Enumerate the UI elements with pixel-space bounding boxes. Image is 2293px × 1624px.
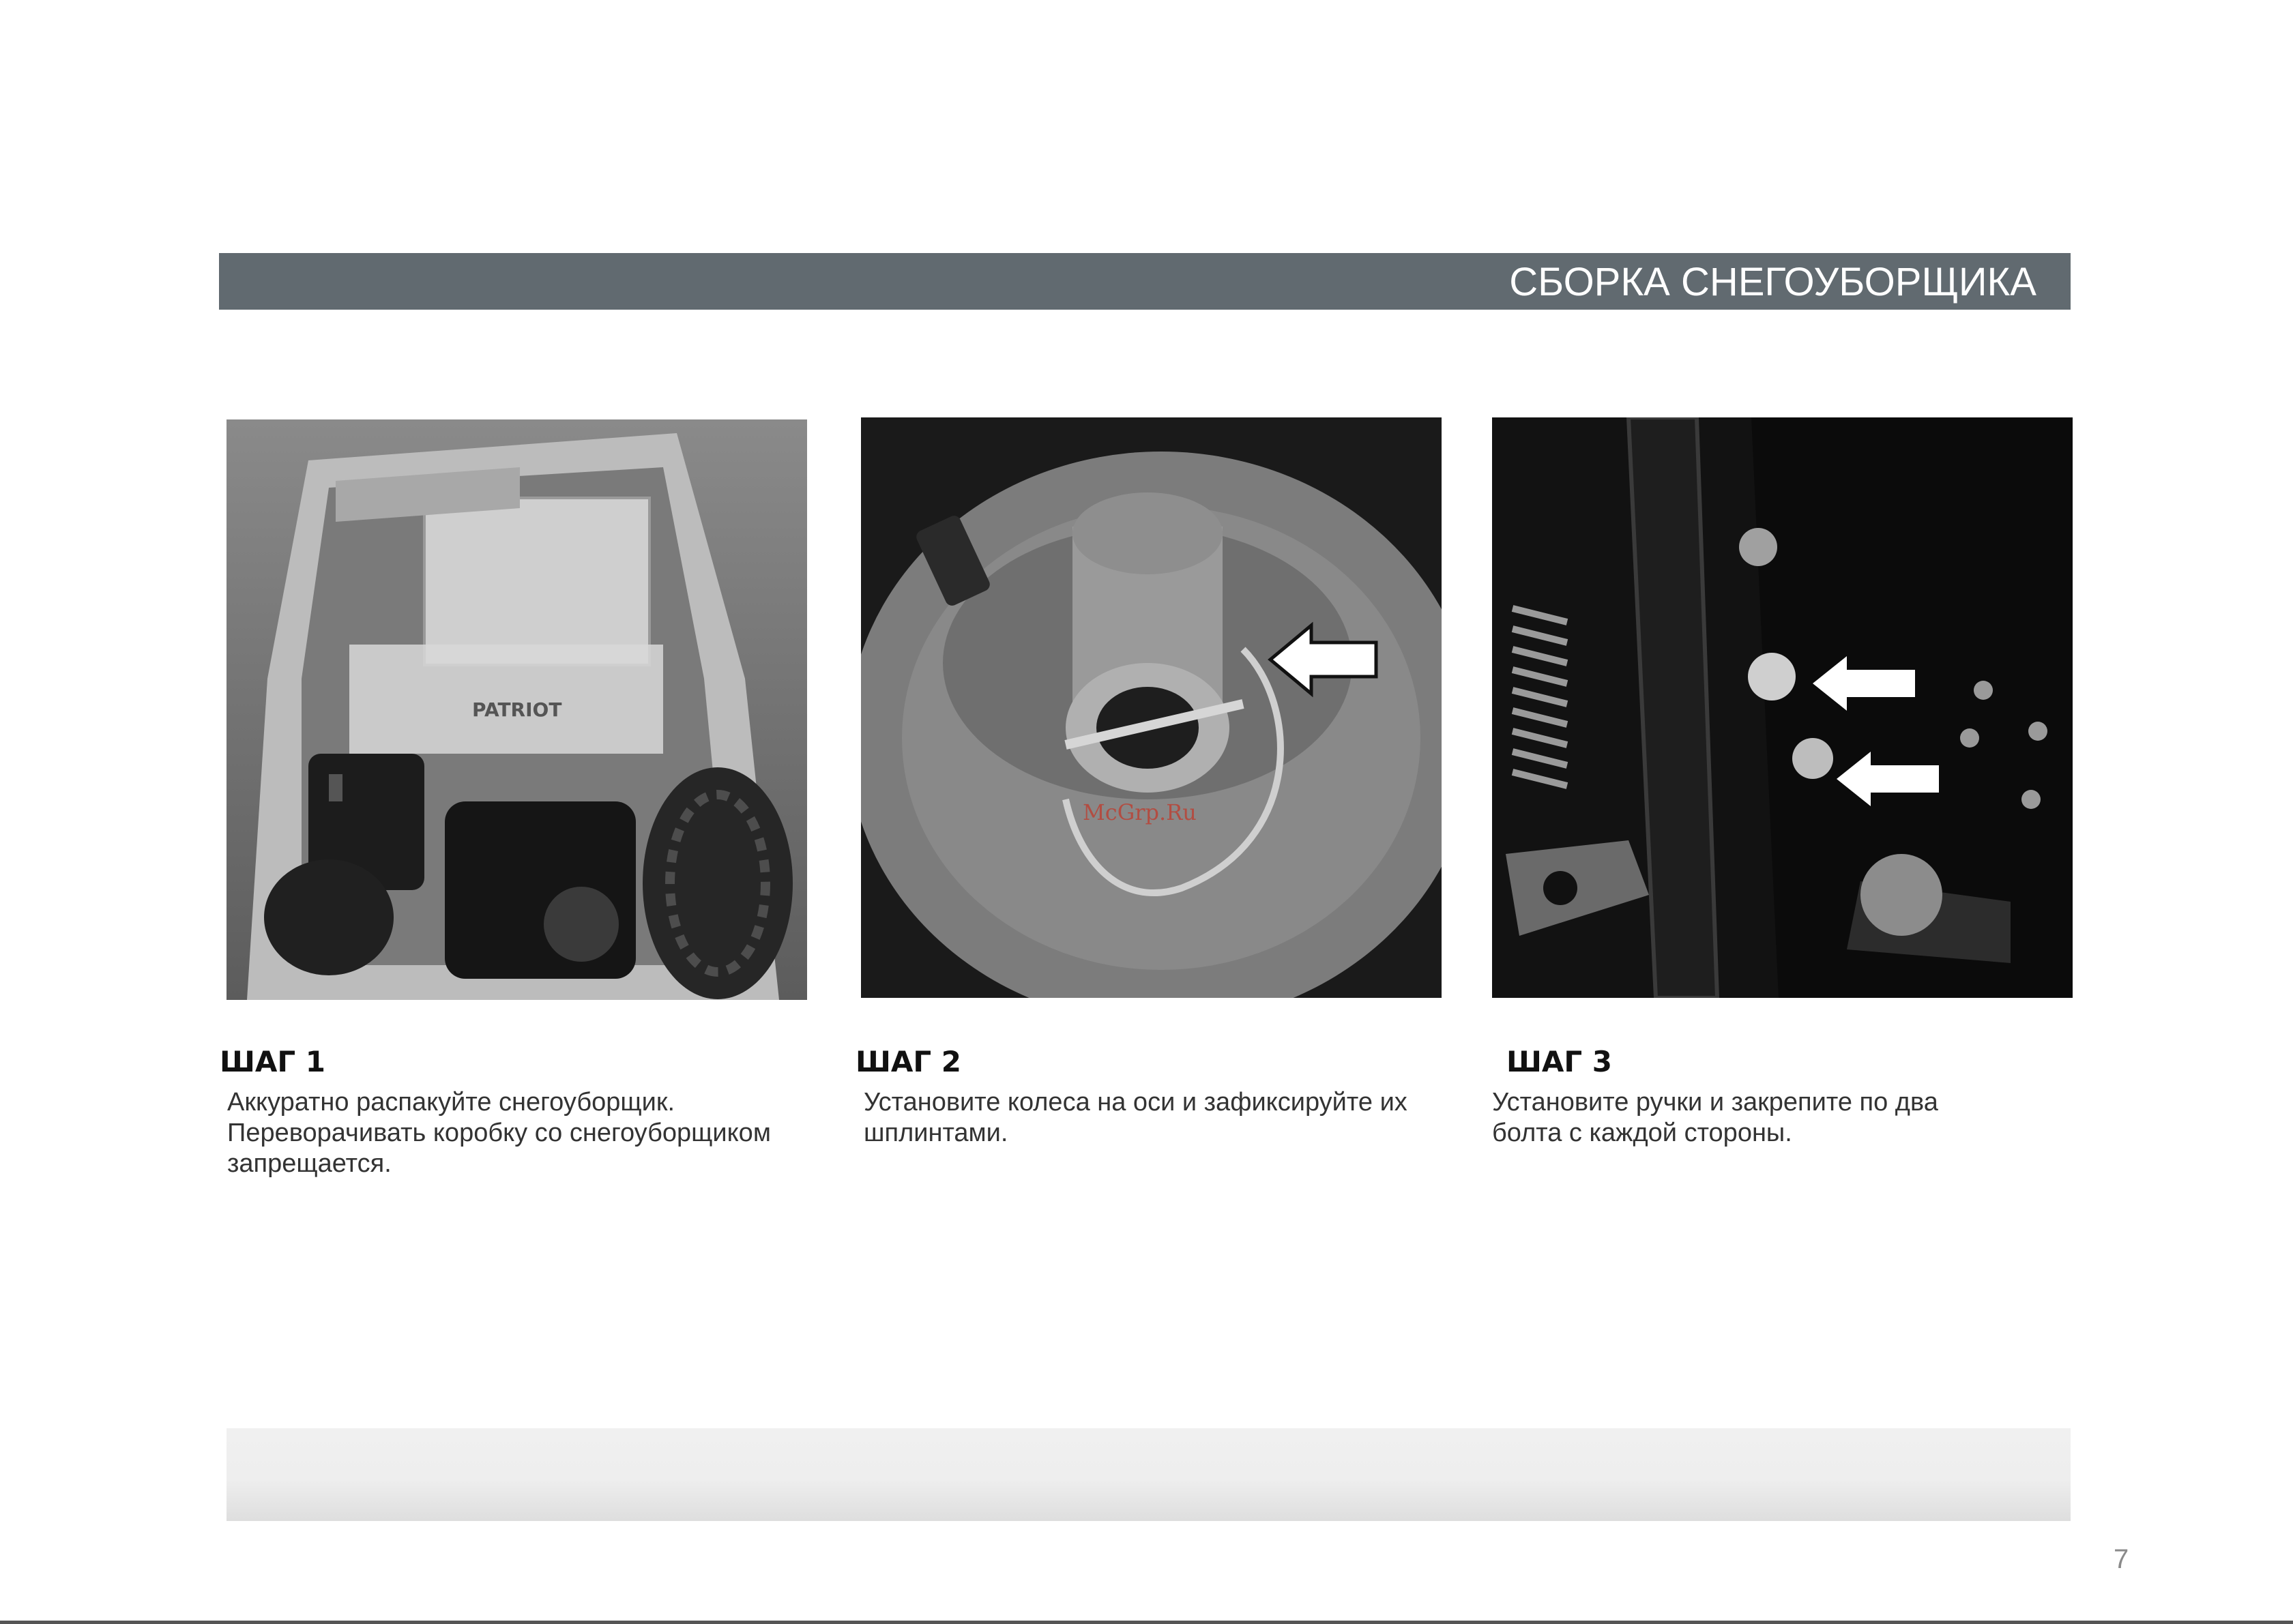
step-1-photo: PATRIOT (227, 419, 807, 1000)
step-1-line: запрещается. (227, 1149, 392, 1178)
watermark-text: McGrp.Ru (1083, 799, 1197, 825)
step-1-title: ШАГ 1 (220, 1045, 325, 1078)
step-2-description: Установите колеса на оси и зафиксируйте … (864, 1087, 1464, 1149)
step-3-title: ШАГ 3 (1506, 1045, 1612, 1078)
wheel-axle-pin-photo-icon: McGrp.Ru (861, 417, 1442, 998)
box-brand-text: PATRIOT (472, 698, 561, 721)
step-3-line: Установите ручки и закрепите по два (1492, 1088, 1938, 1117)
step-3-photo (1492, 417, 2073, 998)
section-header-bar: СБОРКА СНЕГОУБОРЩИКА (219, 253, 2071, 310)
step-2-photo: McGrp.Ru (861, 417, 1442, 998)
page-number: 7 (2114, 1544, 2129, 1574)
bottom-divider (0, 1621, 2293, 1624)
unpacking-box-photo-icon: PATRIOT (227, 419, 807, 1000)
step-2-line: шплинтами. (864, 1119, 1008, 1147)
step-1-description: Аккуратно распакуйте снегоуборщик. Перев… (227, 1087, 828, 1179)
footer-band (227, 1428, 2071, 1521)
step-3-line: болта с каждой стороны. (1492, 1119, 1792, 1147)
handle-bolts-photo-icon (1492, 417, 2073, 998)
step-1-line: Аккуратно распакуйте снегоуборщик. (227, 1088, 675, 1117)
step-2-title: ШАГ 2 (856, 1045, 961, 1078)
step-2-line: Установите колеса на оси и зафиксируйте … (864, 1088, 1407, 1117)
step-1-line: Переворачивать коробку со снегоуборщиком (227, 1119, 771, 1147)
section-title: СБОРКА СНЕГОУБОРЩИКА (1509, 260, 2036, 304)
step-3-description: Установите ручки и закрепите по два болт… (1492, 1087, 2092, 1149)
